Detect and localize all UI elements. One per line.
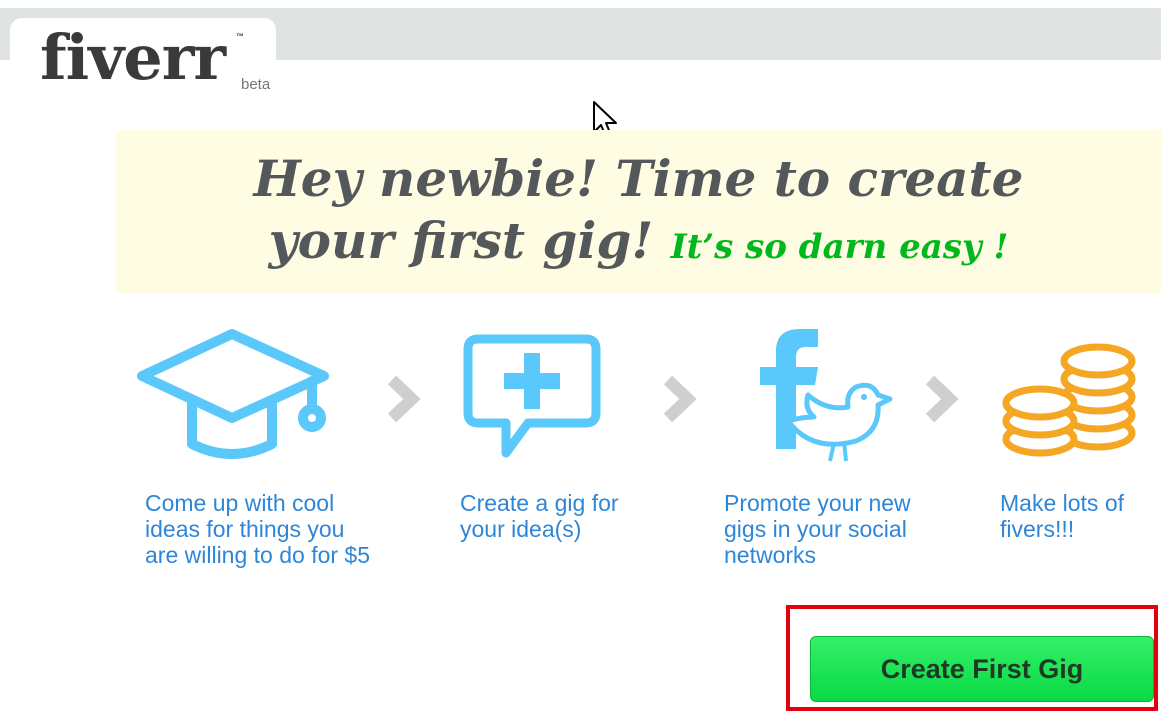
step-4-text: Make lots of fivers!!! — [1000, 490, 1124, 542]
fiverr-onboarding-page: fiverr ™ beta Hey newbie! Time to create… — [0, 0, 1161, 715]
facebook-twitter-icon — [760, 329, 893, 462]
create-first-gig-button[interactable]: Create First Gig — [810, 636, 1154, 702]
logo-wordmark: fiverr — [40, 21, 226, 94]
logo-beta-label: beta — [241, 76, 271, 93]
banner-subheadline: your first gig! It’s so darn easy ! — [116, 212, 1161, 276]
step-2-text: Create a gig for your idea(s) — [460, 490, 619, 542]
coins-stack-icon — [1002, 343, 1136, 457]
chevron-right-icon — [387, 375, 421, 423]
banner-tagline: It’s so darn easy ! — [670, 227, 1009, 267]
graduation-cap-icon — [137, 329, 329, 459]
step-1-text: Come up with cool ideas for things you a… — [145, 490, 371, 568]
logo-trademark: ™ — [236, 32, 244, 41]
chevron-right-icon — [663, 375, 697, 423]
speech-bubble-plus-icon — [463, 334, 601, 458]
fiverr-logo[interactable]: fiverr ™ beta — [40, 18, 300, 98]
banner-headline-continued: your first gig! — [268, 211, 654, 270]
step-3-text: Promote your new gigs in your social net… — [724, 490, 911, 568]
chevron-right-icon — [925, 375, 959, 423]
welcome-banner: Hey newbie! Time to create your first gi… — [116, 130, 1161, 293]
banner-headline: Hey newbie! Time to create — [253, 149, 1024, 208]
